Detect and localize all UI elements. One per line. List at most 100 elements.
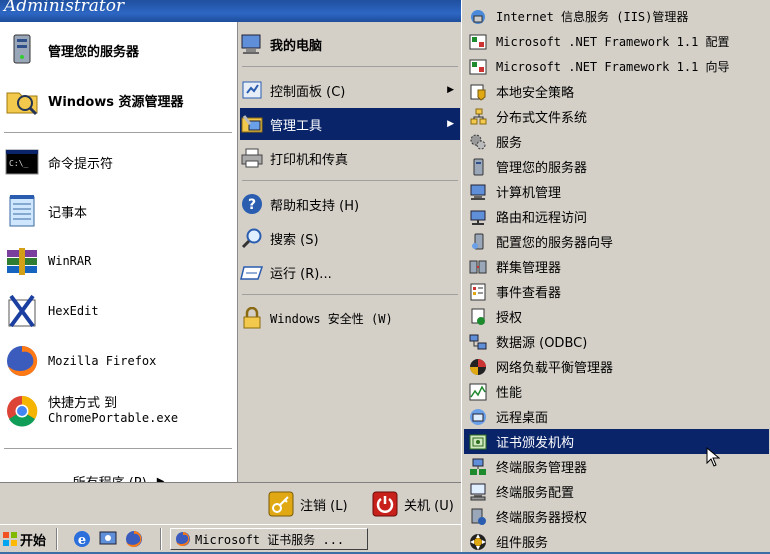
submenu-item-licensing[interactable]: 授权 <box>464 304 769 329</box>
submenu-item-dotnet-wizard[interactable]: Microsoft .NET Framework 1.1 向导 <box>464 54 769 79</box>
submenu-item-terminal-config[interactable]: 终端服务配置 <box>464 479 769 504</box>
start-menu: Administrator 管理您的服务器 Windows 资源管理器 C:\_… <box>0 0 462 525</box>
taskbar-window-button[interactable]: Microsoft 证书服务 ... <box>170 528 368 550</box>
cluster-icon <box>468 257 488 277</box>
dfs-icon <box>468 107 488 127</box>
submenu-item-terminal-licensing[interactable]: 终端服务器授权 <box>464 504 769 529</box>
submenu-item-iis[interactable]: Internet 信息服务 (IIS)管理器 <box>464 4 769 29</box>
shutdown-button[interactable]: 关机 (U) <box>372 489 454 519</box>
submenu-item-routing[interactable]: 路由和远程访问 <box>464 204 769 229</box>
printer-icon <box>240 146 264 170</box>
submenu-item-event-viewer[interactable]: 事件查看器 <box>464 279 769 304</box>
terminal-licensing-icon <box>468 507 488 527</box>
start-item-label: 管理您的服务器 <box>48 44 140 60</box>
terminal-config-icon <box>468 482 488 502</box>
submenu-item-dfs[interactable]: 分布式文件系统 <box>464 104 769 129</box>
start-item-windows-explorer[interactable]: Windows 资源管理器 <box>4 78 232 122</box>
start-item-command-prompt[interactable]: C:\_ 命令提示符 <box>4 140 232 184</box>
submenu-item-cluster[interactable]: 群集管理器 <box>464 254 769 279</box>
submenu-item-computer-management[interactable]: 计算机管理 <box>464 179 769 204</box>
firefox-icon <box>4 343 40 379</box>
taskbar-separator <box>56 528 58 550</box>
start-item-search[interactable]: 搜索 (S) <box>240 222 460 254</box>
windows-logo-icon <box>2 531 18 547</box>
start-item-control-panel[interactable]: 控制面板 (C) ▶ <box>240 74 460 106</box>
start-item-admin-tools[interactable]: 管理工具 ▶ <box>240 108 460 140</box>
submenu-item-component-services[interactable]: 组件服务 <box>464 529 769 554</box>
quick-launch-firefox-icon[interactable] <box>124 529 144 549</box>
performance-icon <box>468 382 488 402</box>
start-item-manage-server[interactable]: 管理您的服务器 <box>4 28 232 72</box>
submenu-item-remote-desktop[interactable]: 远程桌面 <box>464 404 769 429</box>
terminal-manager-icon <box>468 457 488 477</box>
routing-icon <box>468 207 488 227</box>
svg-text:?: ? <box>248 197 256 213</box>
logoff-button[interactable]: 注销 (L) <box>268 489 348 519</box>
start-item-firefox[interactable]: Mozilla Firefox <box>4 338 232 384</box>
submenu-item-security-policy[interactable]: 本地安全策略 <box>464 79 769 104</box>
power-icon <box>372 491 398 517</box>
submenu-item-terminal-manager[interactable]: 终端服务管理器 <box>464 454 769 479</box>
start-item-winrar[interactable]: WinRAR <box>4 238 232 284</box>
submenu-item-label: 计算机管理 <box>496 186 562 201</box>
services-icon <box>468 132 488 152</box>
key-icon <box>268 491 294 517</box>
submenu-item-nlb[interactable]: 网络负载平衡管理器 <box>464 354 769 379</box>
start-item-help[interactable]: ? 帮助和支持 (H) <box>240 188 460 220</box>
svg-text:C:\_: C:\_ <box>9 159 28 168</box>
lock-icon <box>240 306 264 330</box>
run-icon <box>240 260 264 284</box>
nlb-icon <box>468 357 488 377</box>
start-item-chrome-shortcut[interactable]: 快捷方式 到 ChromePortable.exe <box>4 388 232 434</box>
server-icon <box>468 157 488 177</box>
control-panel-icon <box>240 78 264 102</box>
start-item-label: 搜索 (S) <box>270 232 319 248</box>
submenu-item-label: 配置您的服务器向导 <box>496 236 614 251</box>
start-item-label: 命令提示符 <box>48 156 114 172</box>
mouse-cursor-icon <box>706 446 721 471</box>
component-services-icon <box>468 532 488 552</box>
start-item-label: Windows 安全性 (W) <box>270 311 393 326</box>
submenu-item-performance[interactable]: 性能 <box>464 379 769 404</box>
computer-management-icon <box>468 182 488 202</box>
start-item-label: 控制面板 (C) <box>270 84 346 100</box>
divider <box>242 66 458 67</box>
submenu-item-label: 组件服务 <box>496 536 549 551</box>
my-computer-icon <box>240 32 264 56</box>
start-item-my-computer[interactable]: 我的电脑 <box>240 28 460 60</box>
quick-launch-ie-icon[interactable]: e <box>72 529 92 549</box>
submenu-item-label: 本地安全策略 <box>496 86 575 101</box>
admin-tools-submenu: Internet 信息服务 (IIS)管理器 Microsoft .NET Fr… <box>461 0 770 552</box>
notepad-icon <box>4 193 40 229</box>
submenu-item-services[interactable]: 服务 <box>464 129 769 154</box>
submenu-item-odbc[interactable]: 数据源 (ODBC) <box>464 329 769 354</box>
command-prompt-icon: C:\_ <box>4 144 40 180</box>
dotnet-config-icon <box>468 32 488 52</box>
start-item-sublabel: ChromePortable.exe <box>48 411 179 425</box>
start-item-run[interactable]: 运行 (R)... <box>240 256 460 288</box>
start-item-printers[interactable]: 打印机和传真 <box>240 142 460 174</box>
start-item-label: 帮助和支持 (H) <box>270 198 360 214</box>
start-item-label: 记事本 <box>48 205 88 221</box>
start-item-windows-security[interactable]: Windows 安全性 (W) <box>240 302 460 334</box>
submenu-item-dotnet-config[interactable]: Microsoft .NET Framework 1.1 配置 <box>464 29 769 54</box>
firefox-icon <box>175 531 191 547</box>
submenu-item-certification-authority[interactable]: 证书颁发机构 <box>464 429 769 454</box>
divider <box>4 448 232 449</box>
start-button[interactable]: 开始 <box>2 528 48 550</box>
quick-launch-desktop-icon[interactable] <box>98 529 118 549</box>
start-item-label: 管理工具 <box>270 118 323 134</box>
submenu-item-configure-server[interactable]: 配置您的服务器向导 <box>464 229 769 254</box>
remote-desktop-icon <box>468 407 488 427</box>
start-item-hexedit[interactable]: HexEdit <box>4 288 232 334</box>
start-item-label: WinRAR <box>48 254 92 268</box>
submenu-item-label: 群集管理器 <box>496 261 562 276</box>
submenu-item-label: 数据源 (ODBC) <box>496 336 588 351</box>
start-item-notepad[interactable]: 记事本 <box>4 188 232 234</box>
submenu-item-label: 管理您的服务器 <box>496 161 588 176</box>
divider <box>242 180 458 181</box>
submenu-item-manage-server[interactable]: 管理您的服务器 <box>464 154 769 179</box>
security-policy-icon <box>468 82 488 102</box>
submenu-item-label: 终端服务配置 <box>496 486 575 501</box>
submenu-item-label: 事件查看器 <box>496 286 562 301</box>
